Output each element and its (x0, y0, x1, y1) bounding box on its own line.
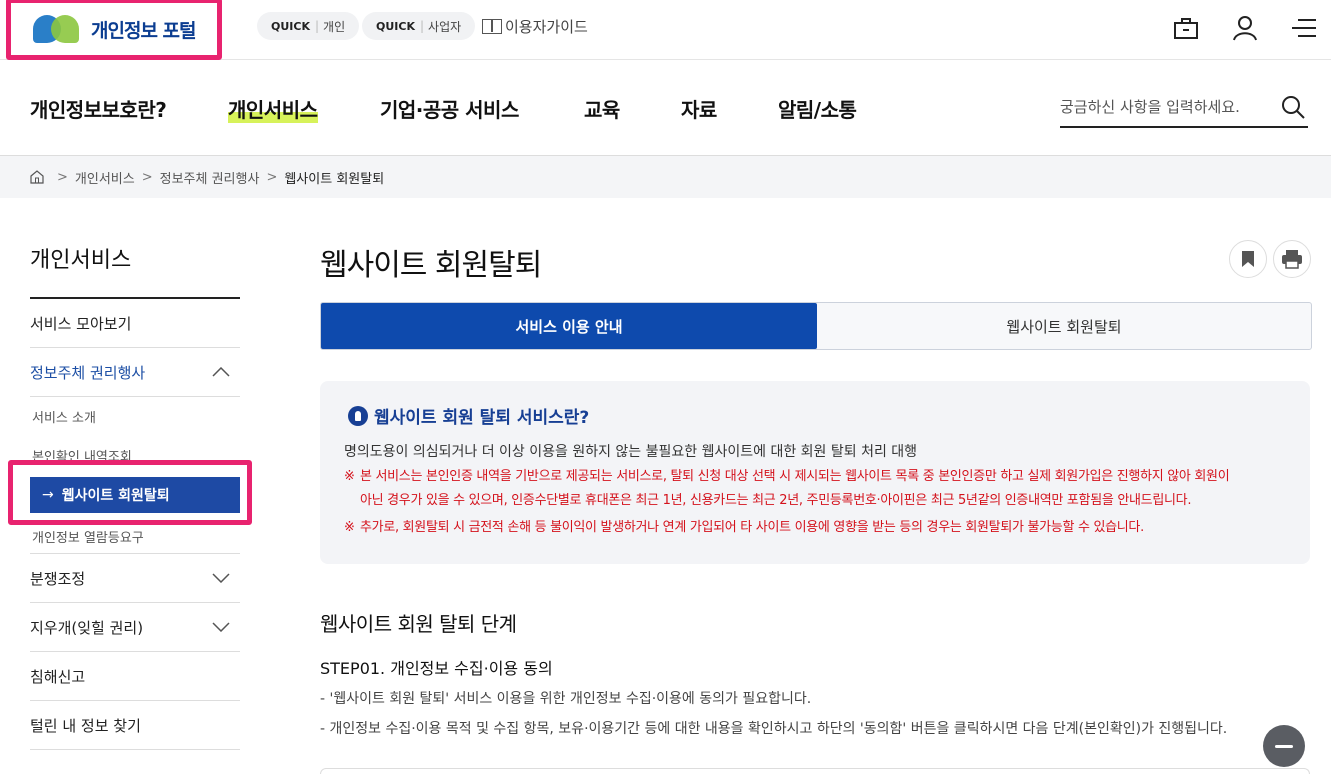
sidebar-item-service-overview[interactable]: 서비스 모아보기 (30, 299, 240, 348)
breadcrumb-separator: > (266, 169, 278, 185)
consent-box-edge (320, 768, 1310, 774)
search-box (1060, 92, 1308, 128)
notice-1: ※ 본 서비스는 본인인증 내역을 기반으로 제공되는 서비스로, 탈퇴 신청 대… (344, 465, 1230, 513)
user-icon[interactable] (1231, 14, 1259, 42)
breadcrumb-item[interactable]: 정보주체 권리행사 (160, 168, 260, 187)
notice-1-line-1: 본 서비스는 본인인증 내역을 기반으로 제공되는 서비스로, 탈퇴 신청 대상… (360, 469, 1230, 484)
sidebar-sub-access-request[interactable]: 개인정보 열람등요구 (32, 527, 144, 546)
sidebar-item-leaked-info[interactable]: 털린 내 정보 찾기 (30, 701, 240, 750)
site-logo[interactable]: 개인정보 포털 (6, 0, 222, 60)
sidebar-item-label: 분쟁조정 (30, 569, 86, 588)
quick-business-label: 사업자 (428, 19, 462, 34)
sidebar-item-report[interactable]: 침해신고 (30, 652, 240, 701)
notice-2-text: 추가로, 회원탈퇴 시 금전적 손해 등 불이익이 발생하거나 연계 가입되어 … (360, 520, 1144, 535)
tab-bar: 서비스 이용 안내 웹사이트 회원탈퇴 (320, 302, 1312, 350)
chevron-up-icon (212, 367, 230, 377)
keyhole-icon (348, 405, 368, 426)
sidebar-item-label: 지우개(잊힐 권리) (30, 618, 144, 637)
nav-item-education[interactable]: 교육 (584, 94, 620, 123)
briefcase-icon[interactable] (1172, 14, 1200, 42)
quick-personal-button[interactable]: QUICK | 개인 (257, 12, 360, 40)
nav-item-news[interactable]: 알림/소통 (778, 94, 857, 123)
info-heading-text: 웹사이트 회원 탈퇴 서비스란? (374, 408, 590, 428)
sidebar-item-rights[interactable]: 정보주체 권리행사 (30, 348, 240, 397)
step1-line-2: - 개인정보 수집·이용 목적 및 수집 항목, 보유·이용기간 등에 대한 내… (320, 721, 1228, 737)
quick-personal-label: 개인 (323, 19, 346, 34)
sidebar-item-label: 침해신고 (30, 667, 86, 686)
step1-title: STEP01. 개인정보 수집·이용 동의 (320, 659, 553, 678)
sidebar-item-label: 털린 내 정보 찾기 (30, 716, 141, 735)
sidebar-title: 개인서비스 (30, 248, 132, 273)
page-title: 웹사이트 회원탈퇴 (320, 248, 542, 283)
print-icon (1282, 250, 1302, 269)
bookmark-icon (1242, 251, 1254, 267)
breadcrumb-separator: > (141, 169, 153, 185)
print-button[interactable] (1273, 240, 1311, 278)
breadcrumb: > 개인서비스 > 정보주체 권리행사 > 웹사이트 회원탈퇴 (0, 156, 1331, 198)
sidebar-item-label: 정보주체 권리행사 (30, 363, 146, 382)
sidebar-item-label: 서비스 모아보기 (30, 314, 132, 333)
tab-service-guide[interactable]: 서비스 이용 안내 (321, 303, 817, 349)
logo-mark-icon (33, 13, 81, 45)
search-icon[interactable] (1280, 94, 1306, 120)
sidebar-item-dispute[interactable]: 분쟁조정 (30, 554, 240, 603)
breadcrumb-separator: > (57, 169, 68, 185)
user-guide-link[interactable]: 이용자가이드 (482, 16, 588, 37)
chevron-down-icon (212, 622, 230, 632)
info-box: 웹사이트 회원 탈퇴 서비스란? 명의도용이 의심되거나 더 이상 이용을 원하… (320, 381, 1310, 564)
collapse-float-button[interactable] (1263, 725, 1305, 767)
breadcrumb-item[interactable]: 개인서비스 (75, 168, 135, 187)
bookmark-button[interactable] (1229, 240, 1267, 278)
quick-tag: QUICK (376, 19, 415, 33)
nav-item-resources[interactable]: 자료 (681, 94, 717, 123)
chevron-down-icon (212, 573, 230, 583)
steps-heading: 웹사이트 회원 탈퇴 단계 (320, 612, 517, 636)
highlight-box (8, 460, 252, 525)
notice-2: ※ 추가로, 회원탈퇴 시 금전적 손해 등 불이익이 발생하거나 연계 가입되어… (344, 516, 1144, 540)
info-description: 명의도용이 의심되거나 더 이상 이용을 원하지 않는 불필요한 웹사이트에 대… (344, 444, 918, 460)
nav-item-business-public[interactable]: 기업·공공 서비스 (380, 94, 519, 123)
top-bar: 개인정보 포털 QUICK | 개인 QUICK | 사업자 이용자가이드 (0, 0, 1331, 60)
hamburger-menu-icon[interactable] (1290, 14, 1318, 42)
search-input[interactable] (1060, 92, 1265, 122)
step1-line-1: - '웹사이트 회원 탈퇴' 서비스 이용을 위한 개인정보 수집·이용에 동의… (320, 691, 812, 707)
user-guide-label: 이용자가이드 (505, 18, 588, 36)
minus-icon (1275, 744, 1293, 748)
quick-tag: QUICK (271, 19, 310, 33)
info-heading: 웹사이트 회원 탈퇴 서비스란? (348, 403, 589, 428)
quick-business-button[interactable]: QUICK | 사업자 (362, 12, 476, 40)
breadcrumb-current: 웹사이트 회원탈퇴 (284, 171, 385, 187)
notice-1-line-2: 아닌 경우가 있을 수 있으며, 인증수단별로 휴대폰은 최근 1년, 신용카드… (360, 493, 1192, 508)
notice-mark: ※ (344, 520, 355, 535)
home-icon[interactable] (30, 170, 44, 184)
nav-item-about-privacy[interactable]: 개인정보보호란? (30, 94, 167, 123)
book-icon (482, 19, 502, 34)
sidebar-sub-service-intro[interactable]: 서비스 소개 (32, 407, 96, 426)
sidebar-item-eraser[interactable]: 지우개(잊힐 권리) (30, 603, 240, 652)
nav-item-personal-services[interactable]: 개인서비스 (228, 94, 318, 123)
logo-text: 개인정보 포털 (91, 19, 196, 42)
tab-website-withdrawal[interactable]: 웹사이트 회원탈퇴 (817, 303, 1311, 349)
notice-mark: ※ (344, 469, 355, 484)
main-nav: 개인정보보호란? 개인서비스 기업·공공 서비스 교육 자료 알림/소통 (0, 60, 1331, 156)
